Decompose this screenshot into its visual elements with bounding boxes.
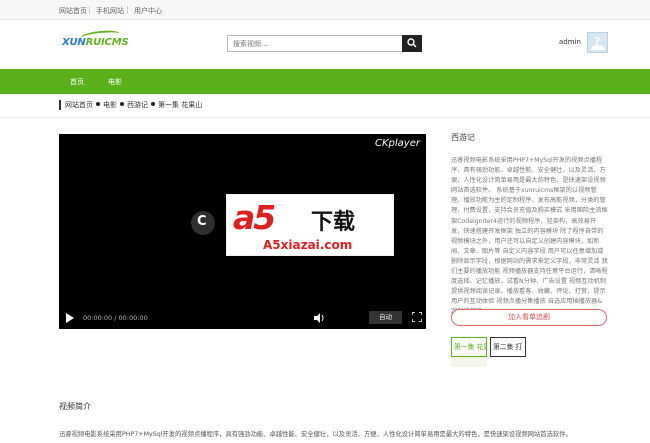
site-header: XUNRUICMS admin ? [0, 20, 650, 68]
breadcrumb-dot-icon [120, 102, 124, 106]
breadcrumb-item-home[interactable]: 网站首页 [65, 101, 93, 109]
breadcrumb: 网站首页 电影 西游记 第一集 花果山 [59, 100, 202, 110]
topbar-link-user-center[interactable]: 用户中心 [134, 6, 162, 16]
breadcrumb-item-episode: 第一集 花果山 [158, 101, 203, 109]
play-icon[interactable] [66, 313, 74, 323]
series-description: 迅睿视频电影系统采用PHP7+MySql开发的视频点播程序，具有强劲功能、卓越性… [451, 157, 608, 315]
avatar[interactable]: ? [587, 32, 608, 53]
quality-auto-button[interactable]: 自动 [369, 311, 402, 324]
episode-button-2[interactable]: 第二集 打 [490, 337, 526, 357]
volume-icon[interactable] [314, 313, 325, 323]
player-controls: 00:00:00 / 00:00:00 自动 [59, 307, 426, 329]
breadcrumb-dot-icon [151, 102, 155, 106]
top-bar: 网站首页 手机网站 用户中心 [0, 0, 650, 20]
search-icon [407, 38, 417, 48]
avatar-silhouette-icon [591, 45, 605, 50]
site-logo[interactable]: XUNRUICMS [62, 28, 129, 48]
player-logo-letter: C [197, 214, 207, 229]
breadcrumb-dot-icon [96, 102, 100, 106]
intro-title: 视频简介 [59, 402, 91, 411]
player-time: 00:00:00 / 00:00:00 [83, 314, 148, 322]
watermark-main: a5 [233, 198, 276, 237]
watermark-url: A5xiazai.com [263, 238, 353, 252]
watermark-cn: 下载 [311, 210, 356, 235]
series-title: 西游记 [451, 133, 475, 142]
topbar-link-home[interactable]: 网站首页 [59, 6, 87, 16]
search-button[interactable] [402, 35, 422, 52]
episode-button-1[interactable]: 第一集 花果山 [451, 337, 487, 357]
player-brand: CKplayer [375, 138, 420, 149]
main-nav: 首页 电影 [0, 69, 650, 94]
intro-text: 迅睿视频电影系统采用PHP7+MySql开发的视频点播程序，具有强劲功能、卓越性… [59, 431, 572, 438]
topbar-link-mobile[interactable]: 手机网站 [96, 6, 124, 16]
player-logo-icon: C [191, 211, 215, 235]
episode-highlight [451, 357, 487, 367]
fullscreen-icon[interactable] [412, 312, 422, 322]
watermark-logo: a5 下载 A5xiazai.com [226, 194, 394, 256]
search-box [227, 35, 422, 52]
username-label[interactable]: admin [559, 38, 581, 46]
topbar-separator [89, 6, 90, 14]
topbar-separator [127, 6, 128, 14]
breadcrumb-item-series[interactable]: 西游记 [127, 101, 148, 109]
breadcrumb-item-movies[interactable]: 电影 [103, 101, 117, 109]
add-to-watchlist-button[interactable]: 加入看单追剧 [451, 309, 607, 326]
divider [0, 117, 650, 118]
nav-item-home[interactable]: 首页 [70, 77, 84, 87]
nav-item-movies[interactable]: 电影 [108, 77, 122, 87]
search-input[interactable] [227, 35, 402, 52]
